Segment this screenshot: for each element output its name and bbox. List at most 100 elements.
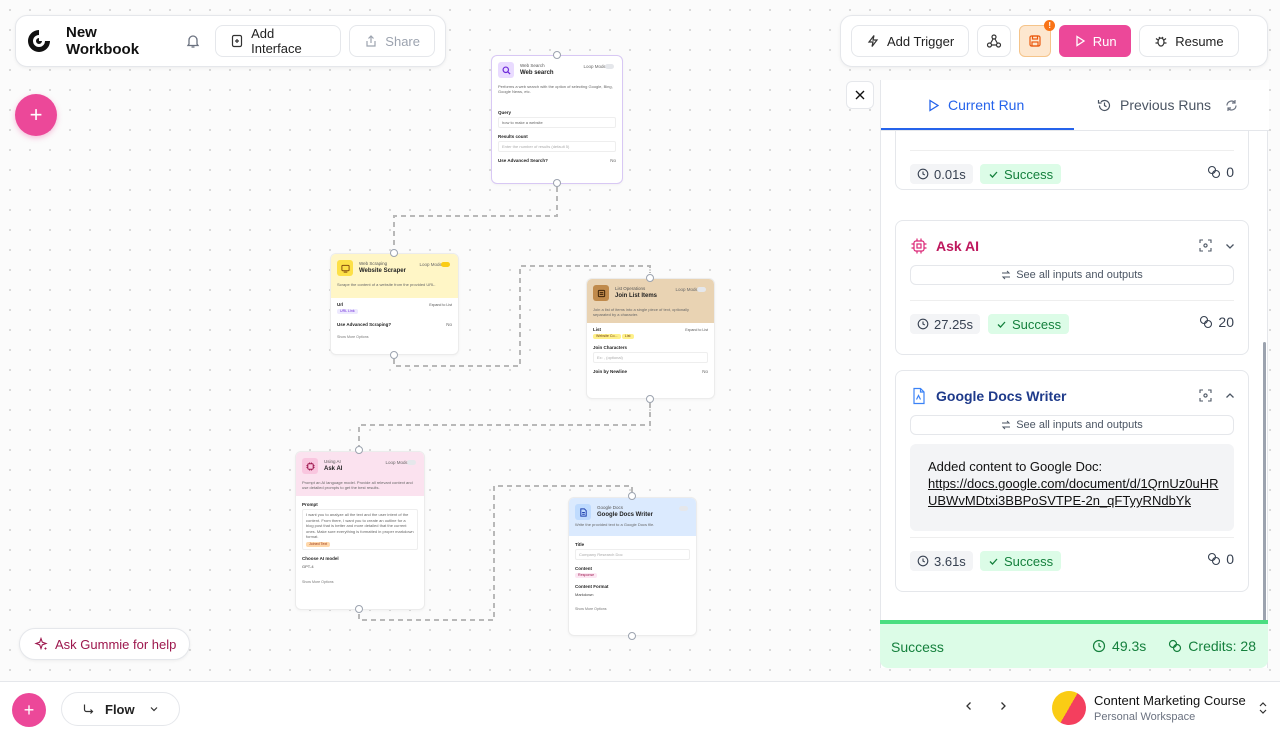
card-divider [910, 150, 1234, 151]
add-trigger-button[interactable]: Add Trigger [851, 25, 970, 57]
refresh-icon[interactable] [1225, 99, 1238, 112]
sparkle-icon [34, 637, 48, 651]
step-actions [1199, 389, 1236, 402]
add-button[interactable]: + [12, 693, 46, 727]
node-input-port[interactable] [355, 446, 363, 454]
add-step-button[interactable]: + [15, 94, 57, 136]
tab-current-run[interactable]: Current Run [927, 97, 1024, 113]
loop-mode-label: Loop Mode [583, 64, 606, 69]
workbook-title[interactable]: New Workbook [66, 24, 172, 58]
expand-to-list[interactable]: Expand to List [685, 328, 708, 332]
list-type-pill[interactable]: List [621, 334, 634, 339]
url-variable-pill[interactable]: URL Link [337, 309, 358, 314]
flow-selector[interactable]: Flow [61, 692, 180, 726]
prompt-input[interactable]: I want you to analyze all the text and t… [302, 509, 418, 550]
add-interface-button[interactable]: Add Interface [215, 25, 342, 57]
chevron-up-icon[interactable] [1224, 390, 1236, 402]
node-output-port[interactable] [355, 605, 363, 613]
workspace-switcher[interactable]: Content Marketing Course Personal Worksp… [1045, 684, 1268, 732]
web-search-node[interactable]: Web Search Web search Loop Mode Performs… [491, 55, 623, 184]
focus-icon[interactable] [1199, 239, 1212, 252]
swap-icon [1001, 420, 1011, 430]
node-body: Query how to make a website Results coun… [492, 104, 622, 163]
lightning-icon [866, 34, 880, 48]
loop-mode-toggle[interactable] [679, 506, 688, 511]
chevron-down-icon[interactable] [1224, 240, 1236, 252]
panel-scrollbar[interactable] [1263, 342, 1266, 624]
interface-icon [230, 34, 244, 48]
join-characters-input[interactable]: Ex: , (optional) [593, 352, 708, 363]
join-list-node[interactable]: List Operations Join List Items Loop Mod… [586, 278, 715, 399]
app-logo-icon[interactable] [26, 28, 52, 54]
step-time-chip: 0.01s [910, 164, 973, 184]
unsaved-badge: ! [1044, 20, 1056, 31]
node-output-port[interactable] [628, 632, 636, 640]
step-card-google-docs-writer[interactable]: Google Docs Writer See all inputs and ou… [895, 370, 1249, 592]
content-format-select[interactable]: Markdown [575, 592, 690, 597]
loop-mode-toggle[interactable] [605, 64, 614, 69]
run-label: Run [1092, 33, 1117, 49]
content-variable-pill[interactable]: Response [575, 573, 598, 578]
query-label: Query [498, 110, 512, 115]
share-button[interactable]: Share [349, 25, 435, 57]
loop-mode-toggle[interactable] [697, 287, 706, 292]
join-characters-label: Join Characters [593, 345, 628, 350]
step-title: Ask AI [936, 238, 980, 254]
ask-gummie-button[interactable]: Ask Gummie for help [19, 628, 190, 660]
tab-current-label: Current Run [948, 97, 1025, 113]
see-all-io-button[interactable]: See all inputs and outputs [910, 265, 1234, 285]
loop-mode-toggle[interactable] [407, 460, 416, 465]
chevron-right-icon[interactable] [996, 699, 1010, 713]
expand-to-list[interactable]: Expand to List [429, 303, 452, 307]
node-output-port[interactable] [553, 179, 561, 187]
plus-icon: + [29, 102, 43, 127]
close-panel-button[interactable] [846, 81, 874, 109]
node-output-port[interactable] [390, 351, 398, 359]
advanced-search-value[interactable]: No [610, 158, 616, 163]
save-button[interactable]: ! [1019, 20, 1056, 57]
node-input-port[interactable] [628, 492, 636, 500]
close-icon [854, 89, 866, 101]
show-more-options[interactable]: Show More Options [575, 607, 690, 611]
clock-icon [917, 168, 929, 180]
run-toolbar: Add Trigger ! Run Resume [840, 15, 1268, 67]
website-scraper-node[interactable]: Web Scraping Website Scraper Loop Mode S… [330, 253, 459, 355]
coins-icon [1168, 639, 1182, 653]
step-status: Success [1004, 166, 1054, 182]
bell-icon[interactable] [180, 27, 207, 55]
join-newline-value[interactable]: No [702, 369, 708, 374]
query-input[interactable]: how to make a website [498, 117, 616, 128]
loop-mode-toggle[interactable] [441, 262, 450, 267]
node-input-port[interactable] [553, 51, 561, 59]
step-actions [1199, 239, 1236, 252]
node-output-port[interactable] [646, 395, 654, 403]
share-label: Share [385, 33, 420, 49]
step-credits-value: 0 [1226, 551, 1234, 567]
title-input[interactable]: Company Research Doc [575, 549, 690, 560]
show-more-options[interactable]: Show More Options [337, 335, 452, 339]
list-variable-pill[interactable]: Website Co... [593, 334, 621, 339]
prompt-variable-pill[interactable]: Joined Text [306, 541, 331, 547]
node-input-port[interactable] [646, 274, 654, 282]
resume-label: Resume [1175, 33, 1224, 49]
model-select[interactable]: GPT-4 [302, 564, 418, 569]
output-doc-link[interactable]: https://docs.google.com/document/d/1QrnU… [928, 476, 1218, 508]
see-all-io-button[interactable]: See all inputs and outputs [910, 415, 1234, 435]
show-more-options[interactable]: Show More Options [302, 580, 418, 584]
advanced-scraping-value[interactable]: No [446, 322, 452, 327]
node-body: List Expand to List Website Co... List J… [587, 321, 714, 374]
ask-ai-node[interactable]: Using AI Ask AI Loop Mode Prompt an AI l… [295, 451, 425, 610]
focus-icon[interactable] [1199, 389, 1212, 402]
node-description: Performs a web search with the option of… [498, 84, 613, 94]
run-button[interactable]: Run [1059, 25, 1132, 57]
chevron-left-icon[interactable] [962, 699, 976, 713]
webhook-button[interactable] [977, 25, 1012, 57]
loop-mode-label: Loop Mode [385, 460, 408, 465]
step-credits-value: 0 [1226, 164, 1234, 180]
step-card-ask-ai[interactable]: Ask AI See all inputs and outputs 27.25s… [895, 220, 1249, 355]
node-input-port[interactable] [390, 249, 398, 257]
resume-button[interactable]: Resume [1139, 25, 1239, 57]
google-docs-writer-node[interactable]: Google Docs Google Docs Writer Write the… [568, 497, 697, 636]
tab-previous-runs[interactable]: Previous Runs [1097, 97, 1238, 113]
results-count-input[interactable]: Enter the number of results (default 5) [498, 141, 616, 152]
